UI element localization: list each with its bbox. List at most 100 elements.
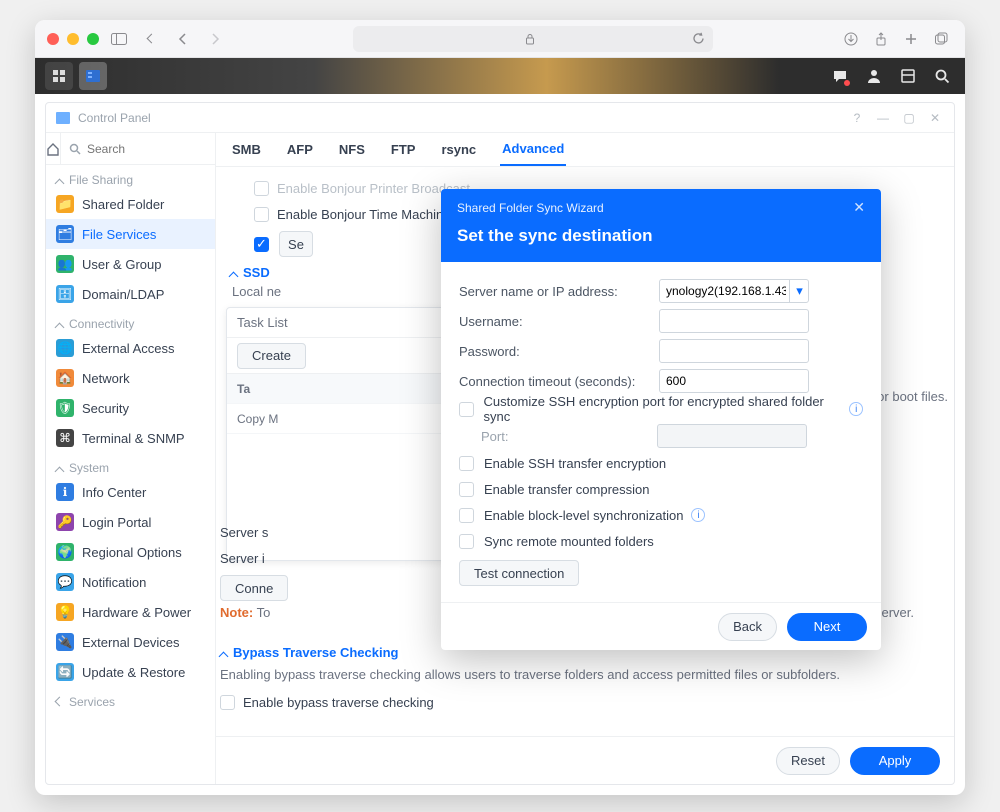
checkbox-checked[interactable]: ✓ [254,237,269,252]
footer: Reset Apply [216,736,954,784]
content: Enable Bonjour Printer Broadcast Enable … [216,167,954,736]
reload-icon[interactable] [692,32,705,45]
test-connection-button[interactable]: Test connection [459,560,579,586]
tabs: SMB AFP NFS FTP rsync Advanced [216,133,954,167]
wizard-subtitle: Shared Folder Sync Wizard [457,201,604,215]
control-panel-title: Control Panel [78,111,151,125]
window-maximize-icon[interactable]: ▢ [900,111,918,125]
tabs-overview-icon[interactable] [929,27,953,51]
sidebar-item-shared-folder[interactable]: 📁Shared Folder [46,189,215,219]
close-window-dot[interactable] [47,33,59,45]
sidebar-item-info-center[interactable]: ℹInfo Center [46,477,215,507]
task-create-button[interactable]: Create [237,343,306,369]
sidebar-item-regional[interactable]: 🌍Regional Options [46,537,215,567]
sidebar-item-update-restore[interactable]: 🔄Update & Restore [46,657,215,687]
sidebar-item-external-devices[interactable]: 🔌External Devices [46,627,215,657]
sidebar-item-notification[interactable]: 💬Notification [46,567,215,597]
sidebar-item-user-group[interactable]: 👥User & Group [46,249,215,279]
dsm-control-panel-taskbar-icon[interactable] [79,62,107,90]
apply-button[interactable]: Apply [850,747,940,775]
window-help-icon[interactable]: ? [848,111,866,125]
wizard-back-button[interactable]: Back [718,613,777,641]
server-combo[interactable]: ▾ [659,279,809,303]
tab-afp[interactable]: AFP [285,134,315,165]
section-bypass-toggle[interactable]: Bypass Traverse Checking [220,645,398,660]
sidebar-item-network[interactable]: 🏠Network [46,363,215,393]
wizard-next-button[interactable]: Next [787,613,867,641]
main-area: SMB AFP NFS FTP rsync Advanced Enable Bo… [216,133,954,784]
info-icon[interactable]: i [691,508,705,522]
sidebar-item-file-services[interactable]: 🗂File Services [46,219,215,249]
connect-button[interactable]: Conne [220,575,288,601]
window-close-icon[interactable]: ✕ [926,111,944,125]
sidebar-item-terminal-snmp[interactable]: ⌘Terminal & SNMP [46,423,215,453]
sidebar-item-security[interactable]: 🛡Security [46,393,215,423]
tab-ftp[interactable]: FTP [389,134,418,165]
downloads-icon[interactable] [839,27,863,51]
control-panel-window: Control Panel ? — ▢ ✕ File Sharing 📁Shar… [45,102,955,785]
server-input[interactable] [659,279,809,303]
window-traffic-lights [47,33,99,45]
side-group-system[interactable]: System [46,453,215,477]
checkbox[interactable] [459,482,474,497]
checkbox[interactable] [459,456,474,471]
maximize-window-dot[interactable] [87,33,99,45]
dsm-chat-icon[interactable] [827,63,853,89]
combo-caret-icon[interactable]: ▾ [789,279,809,303]
tab-rsync[interactable]: rsync [439,134,478,165]
checkbox[interactable] [459,534,474,549]
checkbox[interactable] [459,402,474,417]
side-group-services[interactable]: Services [46,687,215,711]
control-panel-titlebar: Control Panel ? — ▢ ✕ [46,103,954,133]
checkbox[interactable] [220,695,235,710]
username-input[interactable] [659,309,809,333]
browser-window: Control Panel ? — ▢ ✕ File Sharing 📁Shar… [35,20,965,795]
sidebar-item-login-portal[interactable]: 🔑Login Portal [46,507,215,537]
tab-nfs[interactable]: NFS [337,134,367,165]
minimize-window-dot[interactable] [67,33,79,45]
wizard-close-icon[interactable]: ✕ [853,199,865,216]
update-icon: 🔄 [56,663,74,681]
shield-icon: 🛡 [56,399,74,417]
reset-button[interactable]: Reset [776,747,840,775]
tab-advanced[interactable]: Advanced [500,133,566,166]
wizard-title: Set the sync destination [457,226,865,246]
dsm-user-icon[interactable] [861,63,887,89]
info-icon[interactable]: i [849,402,863,416]
back-icon[interactable] [171,27,195,51]
new-tab-icon[interactable] [899,27,923,51]
dsm-taskbar [35,58,965,94]
bypass-desc: Enabling bypass traverse checking allows… [220,667,944,682]
folder-icon: 📁 [56,195,74,213]
window-minimize-icon[interactable]: — [874,111,892,125]
sidebar-item-domain-ldap[interactable]: 🗄Domain/LDAP [46,279,215,309]
checkbox[interactable] [254,207,269,222]
dsm-search-icon[interactable] [929,63,955,89]
sidebar-toggle-icon[interactable] [107,27,131,51]
side-group-file-sharing[interactable]: File Sharing [46,165,215,189]
set-tm-folders-button[interactable]: Se [279,231,313,257]
address-bar[interactable] [353,26,713,52]
sidebar-home-button[interactable] [46,133,61,164]
file-services-icon: 🗂 [56,225,74,243]
terminal-icon: ⌘ [56,429,74,447]
dsm-widgets-icon[interactable] [895,63,921,89]
users-icon: 👥 [56,255,74,273]
checkbox[interactable] [254,181,269,196]
dsm-main-menu-icon[interactable] [45,62,73,90]
share-icon[interactable] [869,27,893,51]
password-input[interactable] [659,339,809,363]
search-icon [69,143,81,155]
checkbox[interactable] [459,508,474,523]
sidebar-item-external-access[interactable]: 🌐External Access [46,333,215,363]
tab-smb[interactable]: SMB [230,134,263,165]
chk-block-label: Enable block-level synchronization [484,508,683,523]
sidebar-item-hardware-power[interactable]: 💡Hardware & Power [46,597,215,627]
chevron-down-icon[interactable] [139,27,163,51]
sidebar-search-row [46,133,215,165]
note-row: Note: To [220,605,270,620]
forward-icon[interactable] [203,27,227,51]
tl-col-task: Ta [237,382,297,396]
timeout-input[interactable] [659,369,809,393]
side-group-connectivity[interactable]: Connectivity [46,309,215,333]
